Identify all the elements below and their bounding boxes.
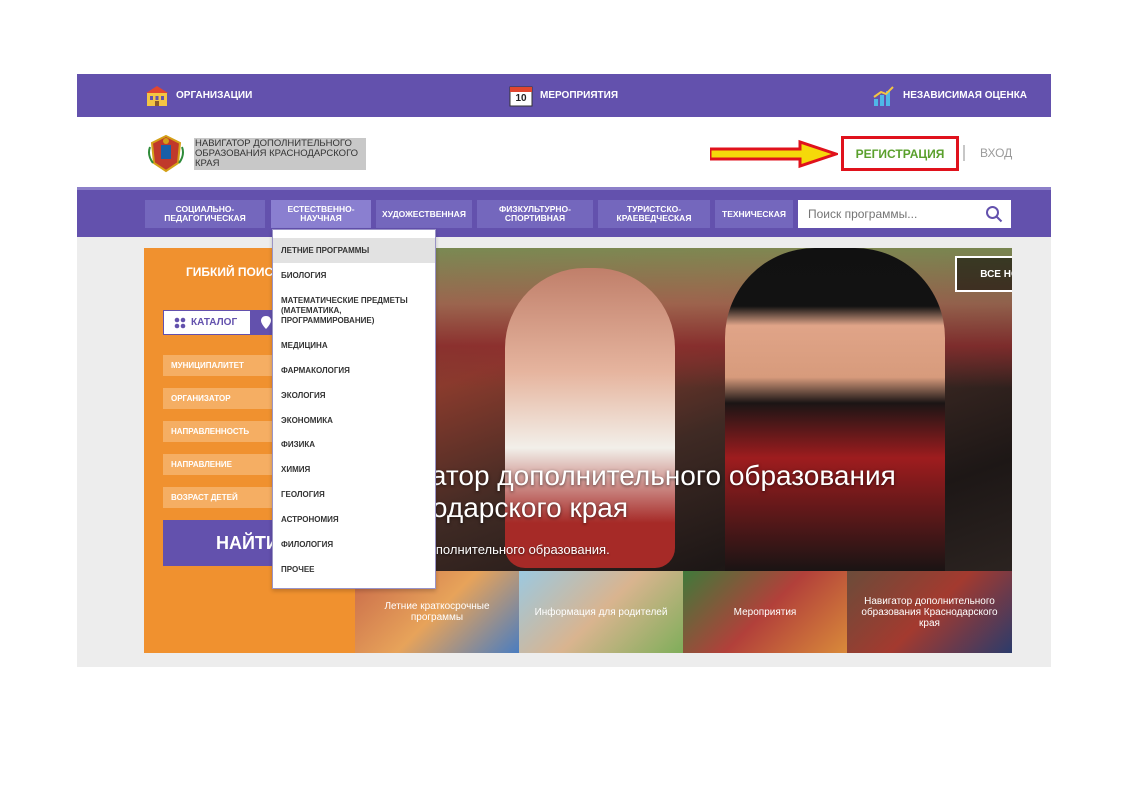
top-bar: ОРГАНИЗАЦИИ 10 МЕРОПРИЯТИЯ НЕЗАВИСИМАЯ О… — [77, 74, 1051, 117]
filter-focus[interactable]: НАПРАВЛЕННОСТЬ — [163, 421, 278, 442]
building-icon — [145, 85, 169, 107]
dropdown-item-biology[interactable]: БИОЛОГИЯ — [273, 271, 435, 281]
register-button[interactable]: РЕГИСТРАЦИЯ — [841, 136, 959, 171]
filter-organizer[interactable]: ОРГАНИЗАТОР — [163, 388, 278, 409]
dropdown-item-philology[interactable]: ФИЛОЛОГИЯ — [273, 540, 435, 550]
dropdown-item-geology[interactable]: ГЕОЛОГИЯ — [273, 490, 435, 500]
independent-assessment-label: НЕЗАВИСИМАЯ ОЦЕНКА — [903, 90, 1028, 101]
red-arrow-annotation — [708, 139, 841, 169]
nav-category-technical[interactable]: ТЕХНИЧЕСКАЯ — [715, 200, 793, 228]
filter-child-age[interactable]: ВОЗРАСТ ДЕТЕЙ — [163, 487, 278, 508]
dropdown-item-physics[interactable]: ФИЗИКА — [273, 440, 435, 450]
dropdown-item-medicine[interactable]: МЕДИЦИНА — [273, 341, 435, 351]
events-link[interactable]: 10 МЕРОПРИЯТИЯ — [509, 74, 618, 117]
all-news-button[interactable]: ВСЕ НОВОСТИ — [955, 256, 1012, 292]
independent-assessment-link[interactable]: НЕЗАВИСИМАЯ ОЦЕНКА — [872, 74, 1027, 117]
nav-category-social[interactable]: СОЦИАЛЬНО-ПЕДАГОГИЧЕСКАЯ — [145, 200, 265, 228]
tile-parents-info[interactable]: Информация для родителей — [519, 571, 683, 653]
filter-direction[interactable]: НАПРАВЛЕНИЕ — [163, 454, 278, 475]
header-divider — [963, 145, 965, 161]
search-box — [798, 200, 1011, 228]
filter-municipality[interactable]: МУНИЦИПАЛИТЕТ — [163, 355, 278, 376]
nav-category-sport[interactable]: ФИЗКУЛЬТУРНО-СПОРТИВНАЯ — [477, 200, 593, 228]
catalog-button[interactable]: КАТАЛОГ — [163, 310, 251, 335]
nav-category-art[interactable]: ХУДОЖЕСТВЕННАЯ — [376, 200, 472, 228]
dropdown-item-astronomy[interactable]: АСТРОНОМИЯ — [273, 515, 435, 525]
logo-text[interactable]: НАВИГАТОР ДОПОЛНИТЕЛЬНОГО ОБРАЗОВАНИЯ КР… — [194, 138, 366, 170]
nav-category-natural-science[interactable]: ЕСТЕСТВЕННО-НАУЧНАЯ — [271, 200, 371, 228]
search-input[interactable] — [806, 206, 985, 222]
hero-title: Навигатор дополнительного образования Кр… — [355, 460, 896, 523]
organizations-label: ОРГАНИЗАЦИИ — [176, 90, 253, 101]
site-header: НАВИГАТОР ДОПОЛНИТЕЛЬНОГО ОБРАЗОВАНИЯ КР… — [77, 117, 1051, 187]
calendar-day: 10 — [515, 92, 527, 104]
organizations-link[interactable]: ОРГАНИЗАЦИИ — [145, 74, 252, 117]
page-frame: ОРГАНИЗАЦИИ 10 МЕРОПРИЯТИЯ НЕЗАВИСИМАЯ О… — [77, 74, 1051, 667]
dropdown-item-ecology[interactable]: ЭКОЛОГИЯ — [273, 391, 435, 401]
dropdown-item-other[interactable]: ПРОЧЕЕ — [273, 565, 435, 575]
hero-banner[interactable]: ВСЕ НОВОСТИ Навигатор дополнительного об… — [355, 248, 1012, 571]
dropdown-item-math[interactable]: МАТЕМАТИЧЕСКИЕ ПРЕДМЕТЫ (МАТЕМАТИКА, ПРО… — [273, 296, 435, 326]
events-label: МЕРОПРИЯТИЯ — [540, 90, 619, 101]
crest-logo-icon[interactable] — [147, 133, 185, 173]
search-icon[interactable] — [985, 205, 1003, 223]
category-nav: СОЦИАЛЬНО-ПЕДАГОГИЧЕСКАЯ ЕСТЕСТВЕННО-НАУ… — [77, 187, 1051, 237]
catalog-label: КАТАЛОГ — [191, 317, 238, 328]
nav-category-tourism[interactable]: ТУРИСТСКО-КРАЕВЕДЧЕСКАЯ — [598, 200, 710, 228]
grid-icon — [174, 317, 186, 329]
dropdown-item-chemistry[interactable]: ХИМИЯ — [273, 465, 435, 475]
tile-events[interactable]: Мероприятия — [683, 571, 847, 653]
dropdown-item-economics[interactable]: ЭКОНОМИКА — [273, 416, 435, 426]
chart-icon — [872, 85, 896, 107]
dropdown-item-pharmacology[interactable]: ФАРМАКОЛОГИЯ — [273, 366, 435, 376]
dropdown-item-summer-programs[interactable]: ЛЕТНИЕ ПРОГРАММЫ — [273, 238, 435, 263]
calendar-icon: 10 — [509, 85, 533, 107]
login-link[interactable]: ВХОД — [980, 146, 1012, 160]
map-pin-icon — [260, 315, 272, 335]
tile-navigator[interactable]: Навигатор дополнительного образования Кр… — [847, 571, 1012, 653]
natural-science-dropdown: ЛЕТНИЕ ПРОГРАММЫ БИОЛОГИЯ МАТЕМАТИЧЕСКИЕ… — [272, 229, 436, 589]
